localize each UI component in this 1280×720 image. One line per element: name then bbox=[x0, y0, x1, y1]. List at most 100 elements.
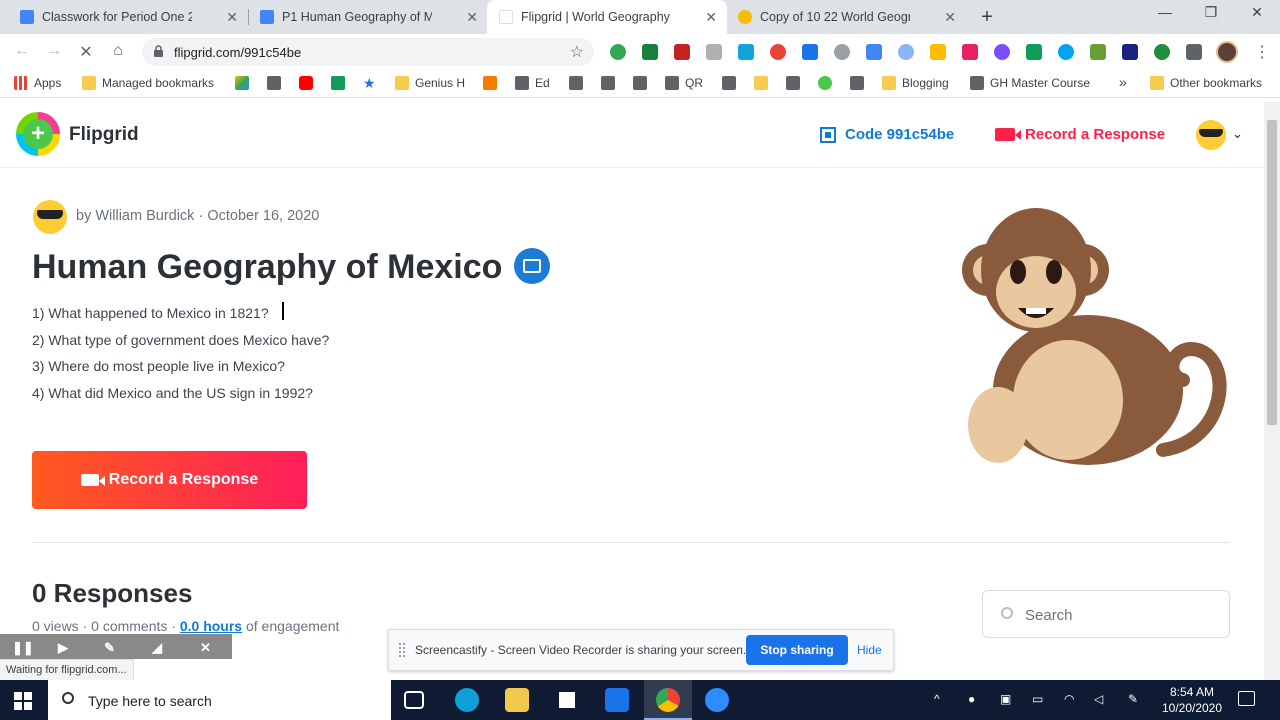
mail-icon[interactable] bbox=[605, 688, 629, 712]
drag-handle-icon[interactable] bbox=[399, 643, 405, 657]
zoom-icon[interactable] bbox=[705, 688, 729, 712]
extension-icon[interactable] bbox=[1122, 44, 1138, 60]
bookmarks-overflow-button[interactable]: » bbox=[1119, 74, 1127, 90]
notifications-icon[interactable] bbox=[1238, 691, 1255, 706]
bookmark-apps[interactable]: Apps bbox=[14, 76, 61, 90]
bookmark-item[interactable] bbox=[722, 76, 742, 90]
other-bookmarks[interactable]: Other bookmarks bbox=[1150, 76, 1262, 90]
pen-icon[interactable]: ✎ bbox=[104, 640, 115, 656]
close-window-button[interactable]: ✕ bbox=[1242, 4, 1272, 21]
header-record-button[interactable]: Record a Response bbox=[995, 126, 1165, 143]
hide-button[interactable]: Hide bbox=[857, 643, 882, 657]
bookmark-item[interactable] bbox=[850, 76, 870, 90]
extension-icon[interactable] bbox=[1026, 44, 1042, 60]
extension-icon[interactable] bbox=[994, 44, 1010, 60]
extension-icon[interactable] bbox=[898, 44, 914, 60]
bookmark-flipgrid[interactable] bbox=[818, 76, 838, 90]
system-clock[interactable]: 8:54 AM 10/20/2020 bbox=[1152, 684, 1232, 716]
taskbar-search[interactable]: Type here to search bbox=[48, 680, 391, 720]
extension-icon[interactable] bbox=[610, 44, 626, 60]
close-tab-icon[interactable]: ✕ bbox=[944, 9, 956, 26]
bookmark-genius-h[interactable]: Genius H bbox=[395, 76, 465, 90]
hours-link[interactable]: 0.0 hours bbox=[180, 618, 242, 634]
file-explorer-icon[interactable] bbox=[505, 688, 529, 712]
search-input[interactable] bbox=[1025, 603, 1215, 627]
chrome-icon[interactable] bbox=[656, 688, 680, 712]
eraser-icon[interactable]: ◢ bbox=[152, 640, 162, 656]
bookmark-item[interactable] bbox=[786, 76, 806, 90]
close-tab-icon[interactable]: ✕ bbox=[226, 9, 238, 26]
puzzle-extensions-icon[interactable] bbox=[1186, 44, 1202, 60]
extension-icon[interactable] bbox=[706, 44, 722, 60]
profile-avatar[interactable] bbox=[1216, 41, 1238, 63]
bookmark-star[interactable]: ★ bbox=[363, 76, 383, 90]
pause-icon[interactable]: ❚❚ bbox=[12, 640, 34, 656]
extension-icon[interactable] bbox=[1090, 44, 1106, 60]
task-view-icon[interactable] bbox=[404, 691, 424, 709]
bookmark-youtube[interactable] bbox=[299, 76, 319, 90]
extension-icon[interactable] bbox=[802, 44, 818, 60]
forward-button[interactable]: → bbox=[44, 42, 64, 60]
bookmark-drive[interactable] bbox=[235, 76, 255, 90]
screen-capture-icon[interactable]: ▣ bbox=[1000, 692, 1011, 706]
responses-search[interactable] bbox=[982, 590, 1230, 638]
bookmark-item[interactable] bbox=[569, 76, 589, 90]
tab-docs[interactable]: P1 Human Geography of Mexico ✕ bbox=[248, 0, 488, 34]
wifi-icon[interactable]: ◠ bbox=[1064, 692, 1074, 706]
bookmark-folder[interactable] bbox=[754, 76, 774, 90]
windows-start-icon[interactable] bbox=[14, 692, 32, 710]
brand-name[interactable]: Flipgrid bbox=[69, 124, 139, 146]
home-button[interactable]: ⌂ bbox=[108, 42, 128, 60]
bookmark-blogger[interactable] bbox=[483, 76, 503, 90]
address-bar[interactable]: flipgrid.com/991c54be ☆ bbox=[142, 38, 594, 66]
extension-icon[interactable] bbox=[866, 44, 882, 60]
tab-classwork[interactable]: Classwork for Period One 2020-2 ✕ bbox=[8, 0, 248, 34]
battery-icon[interactable]: ▭ bbox=[1032, 692, 1043, 706]
extension-icon[interactable] bbox=[930, 44, 946, 60]
extension-icon[interactable] bbox=[674, 44, 690, 60]
code-link[interactable]: Code 991c54be bbox=[820, 126, 954, 143]
menu-kebab-icon[interactable]: ⋮ bbox=[1254, 42, 1270, 62]
volume-icon[interactable]: ◁ bbox=[1094, 692, 1103, 706]
bookmark-star-icon[interactable]: ☆ bbox=[570, 42, 584, 62]
bookmark-item[interactable] bbox=[267, 76, 287, 90]
stop-loading-button[interactable]: ✕ bbox=[76, 42, 96, 62]
extension-icon[interactable] bbox=[1154, 44, 1170, 60]
bookmark-blogging[interactable]: Blogging bbox=[882, 76, 949, 90]
flipgrid-logo[interactable]: + bbox=[16, 112, 60, 156]
scrollbar-thumb[interactable] bbox=[1267, 120, 1277, 425]
bookmark-classroom[interactable] bbox=[331, 76, 351, 90]
immersive-reader-button[interactable] bbox=[514, 248, 550, 284]
extension-icon[interactable] bbox=[770, 44, 786, 60]
close-icon[interactable]: ✕ bbox=[200, 640, 211, 656]
chevron-down-icon[interactable]: ⌄ bbox=[1232, 126, 1243, 142]
close-tab-icon[interactable]: ✕ bbox=[466, 9, 478, 26]
extension-icon[interactable] bbox=[642, 44, 658, 60]
bookmark-ed[interactable]: Ed bbox=[515, 76, 550, 90]
store-icon[interactable] bbox=[555, 688, 579, 712]
close-tab-icon[interactable]: ✕ bbox=[705, 9, 717, 26]
new-tab-button[interactable]: + bbox=[977, 6, 997, 29]
extension-icon[interactable] bbox=[1058, 44, 1074, 60]
bookmark-item[interactable] bbox=[633, 76, 653, 90]
pen-workspace-icon[interactable]: ✎ bbox=[1128, 692, 1138, 706]
tab-slides[interactable]: Copy of 10 22 World Geography ✕ bbox=[726, 0, 966, 34]
bookmark-qr[interactable]: QR bbox=[665, 76, 703, 90]
bookmark-gh-master[interactable]: GH Master Course bbox=[970, 76, 1090, 90]
minimize-button[interactable]: — bbox=[1150, 4, 1180, 20]
edge-icon[interactable] bbox=[455, 688, 479, 712]
extension-icon[interactable] bbox=[962, 44, 978, 60]
extension-icon[interactable] bbox=[738, 44, 754, 60]
play-icon[interactable]: ▶ bbox=[58, 640, 68, 656]
tab-flipgrid[interactable]: Flipgrid | World Geography ✕ bbox=[487, 0, 727, 34]
back-button[interactable]: ← bbox=[12, 42, 32, 60]
show-hidden-icons-icon[interactable]: ^ bbox=[934, 692, 940, 706]
user-avatar[interactable] bbox=[1196, 120, 1226, 150]
extension-icon[interactable] bbox=[834, 44, 850, 60]
microphone-icon[interactable]: ● bbox=[968, 692, 975, 706]
restore-button[interactable]: ❐ bbox=[1196, 4, 1226, 21]
bookmark-managed[interactable]: Managed bookmarks bbox=[82, 76, 214, 90]
stop-sharing-button[interactable]: Stop sharing bbox=[746, 635, 848, 665]
bookmark-item[interactable] bbox=[601, 76, 621, 90]
record-response-button[interactable]: Record a Response bbox=[32, 451, 307, 509]
